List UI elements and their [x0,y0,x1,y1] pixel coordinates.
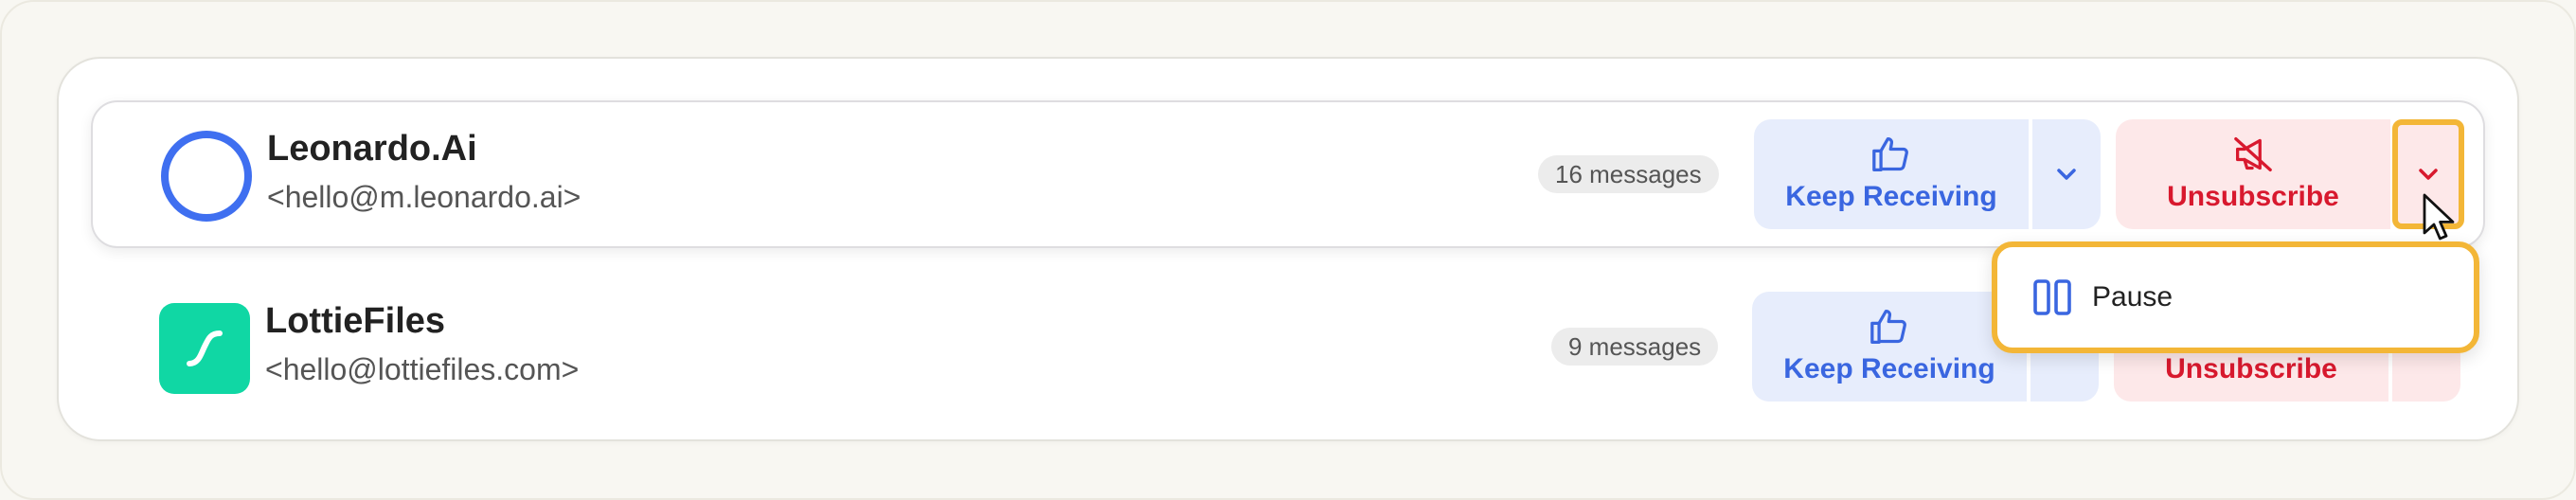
sender-name: LottieFiles [265,301,446,341]
sender-email: <hello@m.leonardo.ai> [267,180,581,214]
thumbs-up-icon [1870,310,1906,344]
menu-item-pause[interactable]: Pause [2092,281,2173,313]
mouse-cursor-icon [2423,193,2455,241]
keep-receiving-dropdown-button[interactable] [2032,119,2101,229]
message-count-badge: 16 messages [1538,155,1719,193]
sender-email: <hello@lottiefiles.com> [265,352,580,386]
unsubscribe-button[interactable]: Unsubscribe [2116,119,2390,229]
ring-logo-icon [161,131,252,222]
unsubscribe-label: Unsubscribe [2165,353,2337,384]
sender-row-leonardo[interactable]: Leonardo.Ai <hello@m.leonardo.ai> 16 mes… [91,100,2485,248]
megaphone-off-icon [2234,137,2272,171]
lottie-logo-icon [159,303,250,394]
keep-receiving-button[interactable]: Keep Receiving [1754,119,2029,229]
thumbs-up-icon [1872,137,1908,171]
pause-icon [2033,279,2071,315]
unsubscribe-label: Unsubscribe [2167,181,2339,212]
chevron-down-icon [2057,169,2076,180]
message-count-badge: 9 messages [1551,328,1719,366]
keep-receiving-label: Keep Receiving [1783,353,1995,384]
unsubscribe-options-menu: Pause [1992,241,2479,353]
keep-receiving-label: Keep Receiving [1785,181,1997,212]
keep-receiving-button[interactable]: Keep Receiving [1752,292,2027,402]
sender-name: Leonardo.Ai [267,129,477,169]
chevron-down-icon [2419,169,2438,180]
